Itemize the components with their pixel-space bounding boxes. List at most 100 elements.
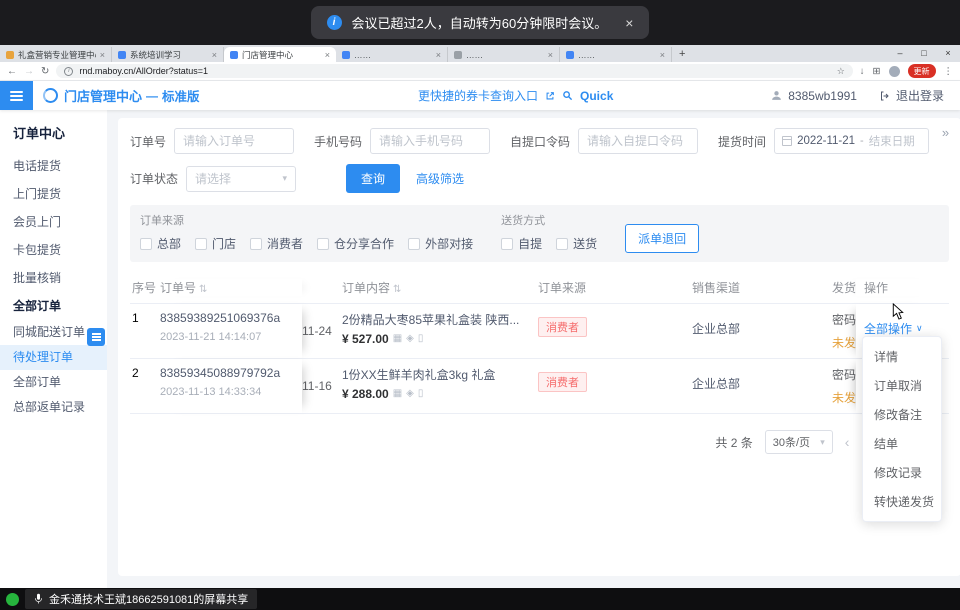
pickup-code-input[interactable] <box>578 128 698 154</box>
sort-icon[interactable]: ⇅ <box>393 284 401 295</box>
checkbox-store[interactable]: 门店 <box>195 235 236 252</box>
date-start-value: 2022-11-21 <box>797 135 855 147</box>
reload-icon[interactable]: ↻ <box>41 66 49 77</box>
checkbox-icon[interactable] <box>501 238 513 250</box>
all-actions-dropdown[interactable]: 全部操作 ∨ <box>864 320 934 337</box>
filter-pickup-code: 自提口令码 <box>510 128 698 154</box>
tab-close-icon[interactable]: × <box>436 50 441 60</box>
browser-profile-avatar[interactable] <box>889 66 900 77</box>
sidebar-item-all-orders[interactable]: 全部订单 <box>0 370 107 395</box>
tab-close-icon[interactable]: × <box>212 50 217 60</box>
browser-menu-icon[interactable]: ⋮ <box>944 66 954 77</box>
sidebar-item-batch-verify[interactable]: 批量核销 <box>0 264 107 292</box>
sidebar-group-all-orders[interactable]: 全部订单 <box>0 292 107 320</box>
chevron-down-icon: ∨ <box>916 323 923 334</box>
sidebar-item-member-visit[interactable]: 会员上门 <box>0 208 107 236</box>
checkbox-external[interactable]: 外部对接 <box>408 235 473 252</box>
checkbox-icon[interactable] <box>140 238 152 250</box>
checkbox-icon[interactable] <box>556 238 568 250</box>
menu-item-details[interactable]: 详情 <box>863 342 941 371</box>
browser-tab[interactable]: 礼盒营销专业管理中心 × <box>0 47 112 62</box>
order-no-input[interactable] <box>174 128 294 154</box>
date-range-picker[interactable]: 2022-11-21 - 结束日期 <box>774 128 929 154</box>
user-account[interactable]: 8385wb1991 <box>770 89 857 103</box>
checkbox-hq[interactable]: 总部 <box>140 235 181 252</box>
window-maximize-button[interactable]: □ <box>912 45 936 62</box>
sidebar-item-card-pickup[interactable]: 卡包提货 <box>0 236 107 264</box>
order-status-select[interactable]: 请选择 ▾ <box>186 166 296 192</box>
cell-order-no: 83859389251069376a 2023-11-21 14:14:07 <box>160 304 302 358</box>
prev-page-button[interactable]: ‹ <box>845 434 850 450</box>
checkbox-label: 送货 <box>573 235 597 252</box>
sidebar-item-door-pickup[interactable]: 上门提货 <box>0 180 107 208</box>
url-text: rnd.maboy.cn/AllOrder?status=1 <box>79 66 208 76</box>
advanced-filter-link[interactable]: 高级筛选 <box>416 170 464 187</box>
logout-button[interactable]: 退出登录 <box>879 87 944 104</box>
coupon-query-entry-link[interactable]: 更快捷的券卡查询入口 <box>418 87 538 104</box>
address-bar[interactable]: i rnd.maboy.cn/AllOrder?status=1 ☆ <box>56 64 852 78</box>
sidebar-item-phone-pickup[interactable]: 电话提货 <box>0 152 107 180</box>
window-close-button[interactable]: × <box>936 45 960 62</box>
forward-icon[interactable]: → <box>24 66 34 77</box>
sort-icon[interactable]: ⇅ <box>199 284 207 295</box>
menu-item-cancel-order[interactable]: 订单取消 <box>863 371 941 400</box>
menu-item-edit-history[interactable]: 修改记录 <box>863 458 941 487</box>
tab-close-icon[interactable]: × <box>325 50 330 60</box>
sidebar-item-hq-return-records[interactable]: 总部返单记录 <box>0 395 107 420</box>
bookmark-star-icon[interactable]: ☆ <box>837 66 845 77</box>
browser-update-button[interactable]: 更新 <box>908 64 936 78</box>
new-tab-button[interactable]: + <box>679 47 685 62</box>
browser-tab[interactable]: 系统培训学习 × <box>112 47 224 62</box>
title-separator: — <box>146 89 158 103</box>
browser-tab[interactable]: …… × <box>336 47 448 62</box>
window-minimize-button[interactable]: – <box>888 45 912 62</box>
tab-close-icon[interactable]: × <box>100 50 105 60</box>
checkbox-icon[interactable] <box>408 238 420 250</box>
menu-item-edit-remark[interactable]: 修改备注 <box>863 400 941 429</box>
ship-line-2: 未发 <box>832 389 856 406</box>
delivery-options: 自提 送货 <box>501 235 597 252</box>
order-status-placeholder: 请选择 <box>195 170 231 187</box>
app-logo <box>43 88 58 103</box>
phone-input[interactable] <box>370 128 490 154</box>
tab-close-icon[interactable]: × <box>548 50 553 60</box>
browser-tab[interactable]: …… × <box>560 47 672 62</box>
source-badge: 消费者 <box>538 317 587 337</box>
checkbox-icon[interactable] <box>250 238 262 250</box>
checkbox-icon[interactable] <box>195 238 207 250</box>
tab-title: …… <box>578 50 656 60</box>
logout-icon <box>879 90 891 102</box>
source-badge: 消费者 <box>538 372 587 392</box>
checkbox-icon[interactable] <box>317 238 329 250</box>
channel-value: 企业总部 <box>692 320 832 337</box>
site-info-icon[interactable]: i <box>64 67 73 76</box>
sidebar-toggle-button[interactable] <box>87 328 105 346</box>
back-icon[interactable]: ← <box>7 66 17 77</box>
tab-title: …… <box>354 50 432 60</box>
screen-share-bar: 金禾通技术王斌18662591081的屏幕共享 <box>0 588 960 610</box>
download-icon[interactable]: ↓ <box>860 66 865 77</box>
checkbox-delivery[interactable]: 送货 <box>556 235 597 252</box>
checkbox-self-pickup[interactable]: 自提 <box>501 235 542 252</box>
checkbox-consumer[interactable]: 消费者 <box>250 235 303 252</box>
dispatch-return-button[interactable]: 派单退回 <box>625 224 699 253</box>
extensions-icon[interactable]: ⊞ <box>873 66 881 77</box>
tab-close-icon[interactable]: × <box>660 50 665 60</box>
menu-item-express-ship[interactable]: 转快递发货 <box>863 487 941 516</box>
table-row: 2 83859345088979792a 2023-11-13 14:33:34… <box>130 359 949 414</box>
sidebar-item-pending-orders[interactable]: 待处理订单 <box>0 345 107 370</box>
sidebar-collapse-button[interactable] <box>0 81 33 110</box>
quick-link[interactable]: Quick <box>580 89 613 103</box>
panel-collapse-icon[interactable]: » <box>942 125 949 140</box>
page-size-select[interactable]: 30条/页 ▾ <box>765 430 833 454</box>
search-button[interactable]: 查询 <box>346 164 400 193</box>
phone-mini-icon: ▯ <box>418 389 424 399</box>
browser-tab-active[interactable]: 门店管理中心 × <box>224 47 336 62</box>
browser-tab[interactable]: …… × <box>448 47 560 62</box>
share-status-text: 金禾通技术王斌18662591081的屏幕共享 <box>49 591 248 607</box>
menu-item-close-order[interactable]: 结单 <box>863 429 941 458</box>
cell-pickup-date: 11-24 <box>302 304 342 358</box>
checkbox-warehouse-share[interactable]: 仓分享合作 <box>317 235 394 252</box>
microphone-icon[interactable] <box>34 593 43 605</box>
toast-close-icon[interactable]: × <box>625 15 633 31</box>
